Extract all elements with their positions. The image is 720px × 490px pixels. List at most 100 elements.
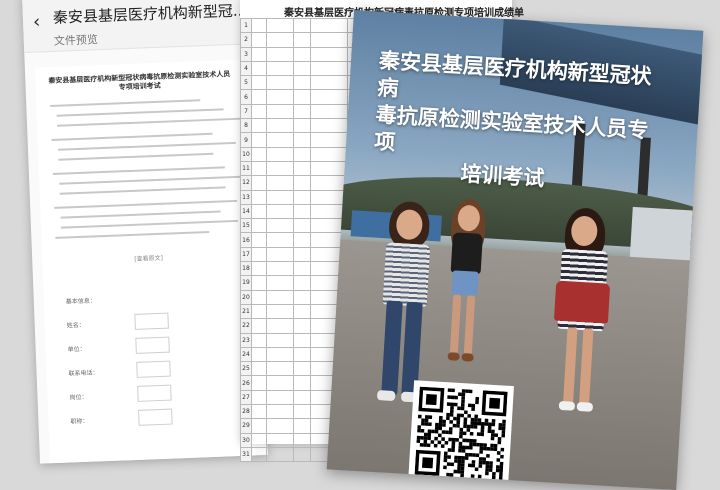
row-number: 22 xyxy=(240,318,252,334)
table-cell xyxy=(251,118,267,134)
document-text-line xyxy=(57,117,241,127)
table-cell xyxy=(266,418,294,434)
row-number: 4 xyxy=(240,60,252,77)
table-cell xyxy=(266,17,294,34)
name-input[interactable] xyxy=(134,312,169,330)
table-cell xyxy=(251,17,267,34)
table-cell xyxy=(293,389,311,406)
table-cell xyxy=(266,103,294,120)
table-cell xyxy=(293,404,311,420)
table-cell xyxy=(310,175,348,191)
row-number: 16 xyxy=(240,232,252,248)
table-cell xyxy=(266,404,294,420)
phone-input[interactable] xyxy=(136,360,171,378)
table-cell xyxy=(251,232,267,248)
qr-code-pattern xyxy=(414,386,508,480)
table-cell xyxy=(251,361,267,377)
row-number: 1 xyxy=(240,17,252,34)
row-number: 13 xyxy=(240,189,252,205)
table-cell xyxy=(293,146,311,162)
row-number: 21 xyxy=(240,303,252,320)
table-cell xyxy=(293,160,311,177)
title-input[interactable] xyxy=(138,408,173,426)
row-number: 6 xyxy=(240,89,252,105)
table-cell xyxy=(293,246,311,263)
document-text-line xyxy=(60,210,221,219)
back-chevron-icon[interactable]: ‹ xyxy=(33,11,41,32)
row-number: 7 xyxy=(240,103,252,120)
row-number: 14 xyxy=(240,203,252,220)
exam-poster: 秦安县基层医疗机构新型冠状病 毒抗原检测实验室技术人员专项 培训考试 xyxy=(326,10,704,490)
row-number: 10 xyxy=(240,146,252,162)
table-cell xyxy=(251,318,267,334)
table-cell xyxy=(266,175,294,191)
qr-code[interactable] xyxy=(408,380,514,486)
row-number: 25 xyxy=(240,361,252,377)
table-cell xyxy=(266,160,294,177)
table-cell xyxy=(266,89,294,105)
document-text-line xyxy=(55,230,210,239)
table-cell xyxy=(293,203,311,220)
table-cell xyxy=(251,303,267,320)
table-cell xyxy=(266,218,294,234)
form-label-basic: 基本信息： xyxy=(65,297,96,306)
row-number: 15 xyxy=(240,218,252,234)
table-cell xyxy=(310,89,348,105)
table-cell xyxy=(266,189,294,205)
document-text-line xyxy=(51,132,213,141)
preview-subtitle: 文件预览 xyxy=(53,33,99,48)
table-cell xyxy=(251,246,267,263)
table-cell xyxy=(251,261,267,277)
row-number: 24 xyxy=(240,346,252,363)
row-number: 2 xyxy=(240,32,252,48)
row-number: 20 xyxy=(240,289,252,305)
table-cell xyxy=(310,60,348,77)
table-cell xyxy=(293,432,311,448)
table-cell xyxy=(293,332,311,348)
table-cell xyxy=(251,289,267,305)
table-cell xyxy=(293,289,311,305)
table-cell xyxy=(293,75,311,91)
table-cell xyxy=(251,146,267,162)
table-cell xyxy=(293,361,311,377)
table-cell xyxy=(266,75,294,91)
form-label-phone: 联系电话： xyxy=(68,369,99,378)
table-cell xyxy=(293,46,311,62)
row-number: 11 xyxy=(240,160,252,177)
table-cell xyxy=(310,103,348,120)
row-number: 18 xyxy=(240,261,252,277)
table-cell xyxy=(293,175,311,191)
document-page: 秦安县基层医疗机构新型冠状病毒抗原检测实验室技术人员专项培训考试 [查看原文] … xyxy=(34,59,256,464)
table-cell xyxy=(310,132,348,148)
table-cell xyxy=(293,303,311,320)
view-original-link[interactable]: [查看原文] xyxy=(134,253,163,263)
table-cell xyxy=(266,261,294,277)
row-number: 27 xyxy=(240,389,252,406)
table-cell xyxy=(251,89,267,105)
table-cell xyxy=(310,17,348,34)
table-cell xyxy=(251,389,267,406)
post-input[interactable] xyxy=(137,384,172,402)
table-cell xyxy=(293,218,311,234)
table-cell xyxy=(293,17,311,34)
form-label-name: 姓名： xyxy=(66,321,85,330)
table-cell xyxy=(293,189,311,205)
table-cell xyxy=(251,375,267,391)
preview-header: ‹ 秦安县基层医疗机构新型冠... 文件预览 xyxy=(22,0,253,53)
table-cell xyxy=(266,203,294,220)
table-cell xyxy=(266,303,294,320)
table-cell xyxy=(266,446,294,463)
table-cell xyxy=(266,118,294,134)
table-cell xyxy=(251,189,267,205)
table-cell xyxy=(251,404,267,420)
table-cell xyxy=(266,146,294,162)
row-number: 31 xyxy=(240,446,252,463)
table-cell xyxy=(266,60,294,77)
unit-input[interactable] xyxy=(135,336,170,354)
table-cell xyxy=(266,361,294,377)
table-cell xyxy=(293,118,311,134)
table-cell xyxy=(293,32,311,48)
table-cell xyxy=(266,318,294,334)
row-number: 28 xyxy=(240,404,252,420)
document-text-line xyxy=(56,108,224,117)
